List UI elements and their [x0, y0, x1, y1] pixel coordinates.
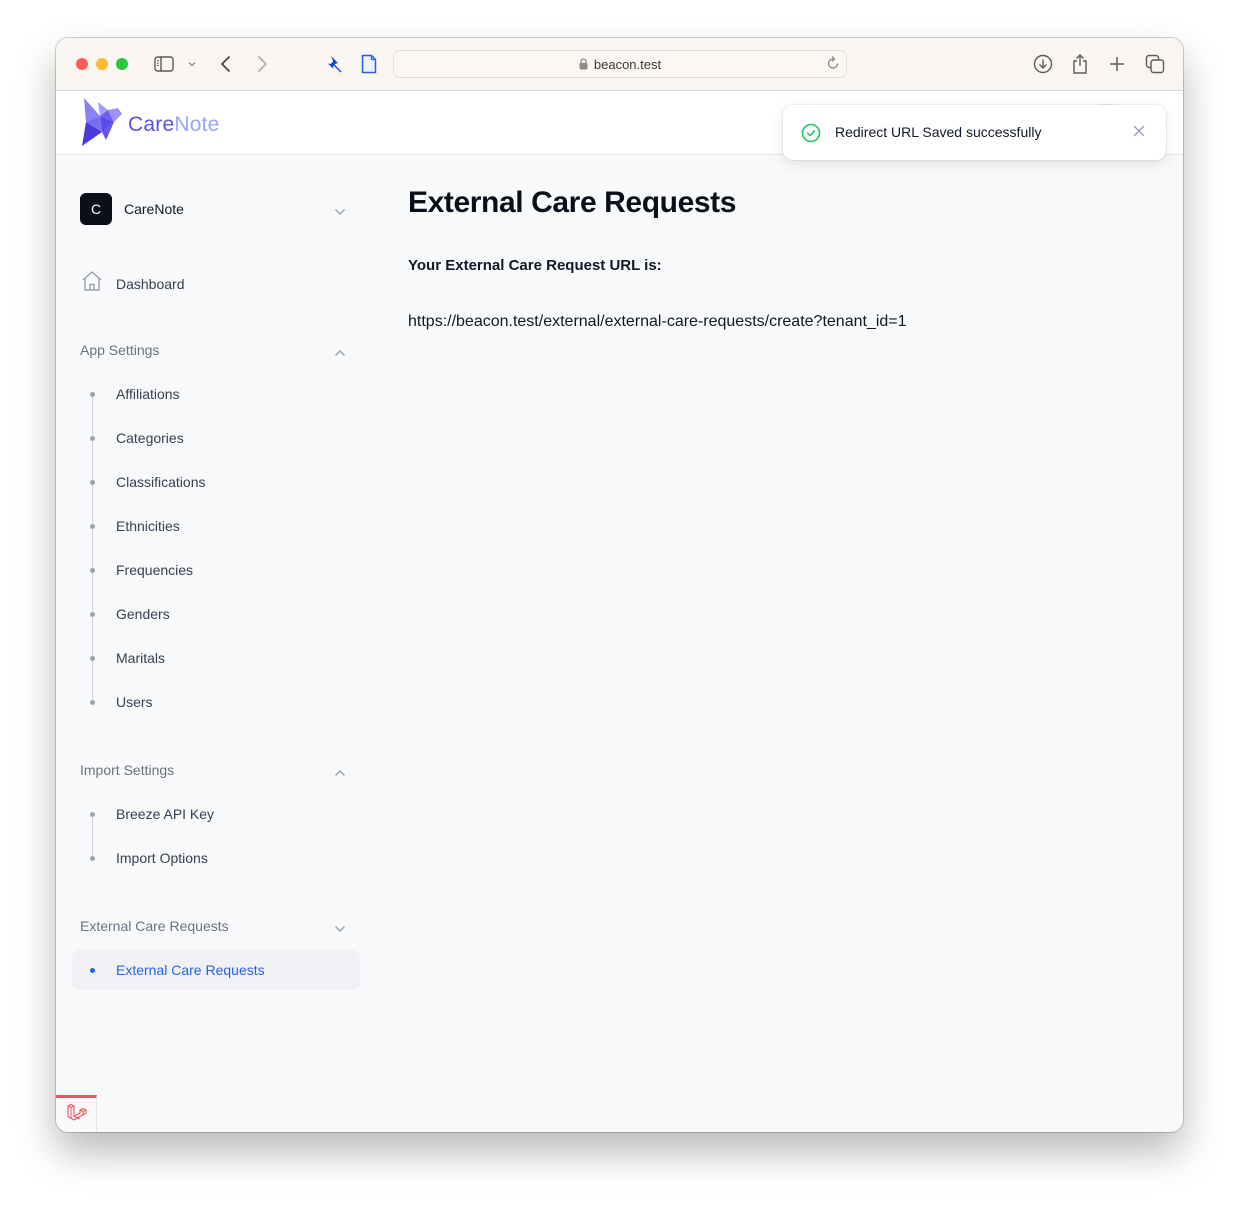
external-care-requests-list: External Care Requests — [72, 950, 360, 990]
group-title: Import Settings — [80, 762, 175, 778]
group-external-care-requests[interactable]: External Care Requests — [80, 918, 352, 934]
external-request-url[interactable]: https://beacon.test/external/external-ca… — [408, 313, 907, 331]
sidebar-item-genders[interactable]: Genders — [72, 592, 360, 636]
chevron-down-icon — [334, 203, 346, 221]
success-toast: Redirect URL Saved successfully — [783, 105, 1166, 160]
sidebar-item-dashboard[interactable]: Dashboard — [80, 269, 185, 298]
tenant-avatar: C — [80, 193, 112, 225]
bullet-icon — [90, 655, 95, 661]
sidebar-item-label: Frequencies — [116, 562, 194, 578]
sidebar-item-label: Categories — [116, 430, 184, 446]
tab-overview-icon[interactable] — [1144, 52, 1166, 76]
tenant-switcher[interactable]: C CareNote — [80, 193, 352, 225]
sidebar-item-users[interactable]: Users — [72, 680, 360, 724]
sidebar-item-external-care-requests[interactable]: External Care Requests — [72, 950, 360, 990]
browser-toolbar: beacon.test — [56, 38, 1183, 91]
chevron-up-icon[interactable] — [334, 344, 346, 360]
group-app-settings[interactable]: App Settings — [80, 342, 352, 358]
page-title: External Care Requests — [408, 186, 737, 219]
sidebar-item-import-options[interactable]: Import Options — [72, 836, 360, 880]
check-circle-icon — [801, 123, 821, 148]
app-settings-list: Affiliations Categories Classifications … — [72, 372, 360, 724]
sidebar-item-affiliations[interactable]: Affiliations — [72, 372, 360, 416]
chevron-down-icon[interactable] — [334, 920, 346, 936]
maximize-window-button[interactable] — [116, 58, 128, 70]
sidebar-item-label: Breeze API Key — [116, 806, 215, 822]
bird-logo-icon — [80, 96, 126, 153]
download-icon[interactable] — [1032, 52, 1054, 76]
bullet-icon — [90, 435, 95, 441]
group-title: App Settings — [80, 342, 160, 358]
chevron-up-icon[interactable] — [334, 764, 346, 780]
url-label: Your External Care Request URL is: — [408, 257, 662, 274]
sidebar-item-classifications[interactable]: Classifications — [72, 460, 360, 504]
main-content: External Care Requests Your External Car… — [408, 155, 1183, 1132]
sidebar: C CareNote Dashboard App Settings Affili… — [56, 155, 376, 1132]
address-bar-url: beacon.test — [593, 56, 662, 72]
close-window-button[interactable] — [76, 58, 88, 70]
sidebar-item-label: Maritals — [116, 650, 166, 666]
address-bar[interactable]: beacon.test — [393, 50, 847, 78]
sidebar-item-label: Ethnicities — [116, 518, 180, 534]
bullet-icon — [90, 523, 95, 529]
sidebar-item-label: Import Options — [116, 850, 208, 866]
bullet-icon — [90, 391, 95, 397]
page-icon[interactable] — [358, 52, 380, 76]
browser-window: beacon.test CareNote C CareNote Dashboar… — [56, 38, 1183, 1132]
share-icon[interactable] — [1070, 52, 1090, 76]
brand-name-note: Note — [174, 112, 220, 136]
sidebar-item-ethnicities[interactable]: Ethnicities — [72, 504, 360, 548]
sidebar-item-maritals[interactable]: Maritals — [72, 636, 360, 680]
pin-icon[interactable] — [322, 52, 346, 76]
minimize-window-button[interactable] — [96, 58, 108, 70]
sidebar-item-breeze-api-key[interactable]: Breeze API Key — [72, 792, 360, 836]
group-import-settings[interactable]: Import Settings — [80, 762, 352, 778]
sidebar-item-categories[interactable]: Categories — [72, 416, 360, 460]
sidebar-item-label: Classifications — [116, 474, 206, 490]
forward-icon[interactable] — [252, 52, 272, 76]
bullet-icon — [90, 811, 95, 817]
bullet-icon — [90, 611, 95, 617]
laravel-logo-icon — [65, 1102, 87, 1129]
back-icon[interactable] — [216, 52, 236, 76]
sidebar-item-frequencies[interactable]: Frequencies — [72, 548, 360, 592]
new-tab-icon[interactable] — [1107, 52, 1127, 76]
home-icon — [80, 269, 104, 298]
import-settings-list: Breeze API Key Import Options — [72, 792, 360, 880]
sidebar-icon[interactable] — [152, 52, 176, 76]
bullet-icon — [90, 479, 95, 485]
chevron-down-icon[interactable] — [186, 52, 198, 76]
bullet-icon — [90, 699, 95, 705]
sidebar-item-label: External Care Requests — [116, 962, 265, 978]
debugbar-toggle[interactable] — [56, 1095, 97, 1132]
sidebar-item-label: Users — [116, 694, 153, 710]
bullet-icon — [90, 967, 95, 973]
tenant-name: CareNote — [124, 201, 184, 217]
group-title: External Care Requests — [80, 918, 229, 934]
sidebar-item-label: Genders — [116, 606, 170, 622]
sidebar-item-label: Dashboard — [116, 275, 185, 292]
reload-icon[interactable] — [826, 55, 840, 74]
brand-logo[interactable]: CareNote — [80, 96, 220, 153]
bullet-icon — [90, 855, 95, 861]
brand-name-care: Care — [128, 112, 175, 136]
close-icon[interactable] — [1132, 124, 1146, 143]
bullet-icon — [90, 567, 95, 573]
toast-message: Redirect URL Saved successfully — [835, 124, 1042, 140]
lock-icon — [579, 58, 588, 70]
sidebar-item-label: Affiliations — [116, 386, 180, 402]
